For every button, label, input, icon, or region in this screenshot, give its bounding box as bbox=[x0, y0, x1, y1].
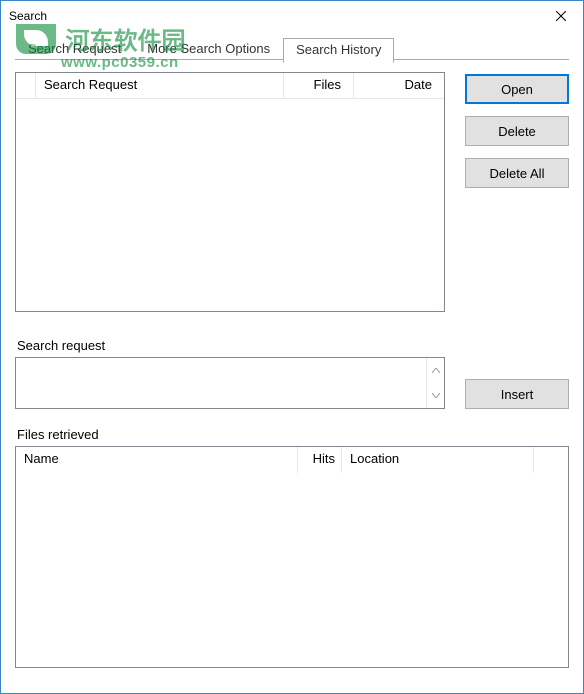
window-close-button[interactable] bbox=[538, 1, 583, 31]
files-retrieved-header-row: Name Hits Location bbox=[16, 447, 568, 473]
search-history-header-row: Search Request Files Date bbox=[16, 73, 444, 99]
open-button[interactable]: Open bbox=[465, 74, 569, 104]
window-title: Search bbox=[9, 9, 538, 23]
spinner-down-button[interactable] bbox=[427, 383, 444, 408]
history-col-selector[interactable] bbox=[16, 73, 36, 98]
chevron-up-icon bbox=[432, 368, 440, 373]
tab-bar: Search Request More Search Options Searc… bbox=[15, 37, 583, 62]
delete-all-button[interactable]: Delete All bbox=[465, 158, 569, 188]
files-retrieved-table[interactable]: Name Hits Location bbox=[15, 446, 569, 668]
files-col-end[interactable] bbox=[534, 447, 568, 473]
insert-button[interactable]: Insert bbox=[465, 379, 569, 409]
history-col-date[interactable]: Date bbox=[354, 73, 444, 98]
spinner-up-button[interactable] bbox=[427, 358, 444, 383]
search-history-table[interactable]: Search Request Files Date bbox=[15, 72, 445, 312]
history-col-files[interactable]: Files bbox=[284, 73, 354, 98]
tab-search-request[interactable]: Search Request bbox=[15, 37, 134, 62]
history-col-request[interactable]: Search Request bbox=[36, 73, 284, 98]
files-col-name[interactable]: Name bbox=[16, 447, 298, 473]
delete-button[interactable]: Delete bbox=[465, 116, 569, 146]
tab-more-search-options[interactable]: More Search Options bbox=[134, 37, 283, 62]
close-icon bbox=[556, 11, 566, 21]
files-col-location[interactable]: Location bbox=[342, 447, 534, 473]
tab-search-history[interactable]: Search History bbox=[283, 38, 394, 63]
window-titlebar: Search bbox=[1, 1, 583, 31]
files-retrieved-label: Files retrieved bbox=[17, 427, 569, 442]
search-request-input[interactable] bbox=[15, 357, 445, 409]
chevron-down-icon bbox=[432, 393, 440, 398]
search-request-spinner bbox=[426, 358, 444, 408]
tab-content: Search Request Files Date Open Delete De… bbox=[1, 62, 583, 682]
files-col-hits[interactable]: Hits bbox=[298, 447, 342, 473]
search-request-label: Search request bbox=[17, 338, 445, 353]
